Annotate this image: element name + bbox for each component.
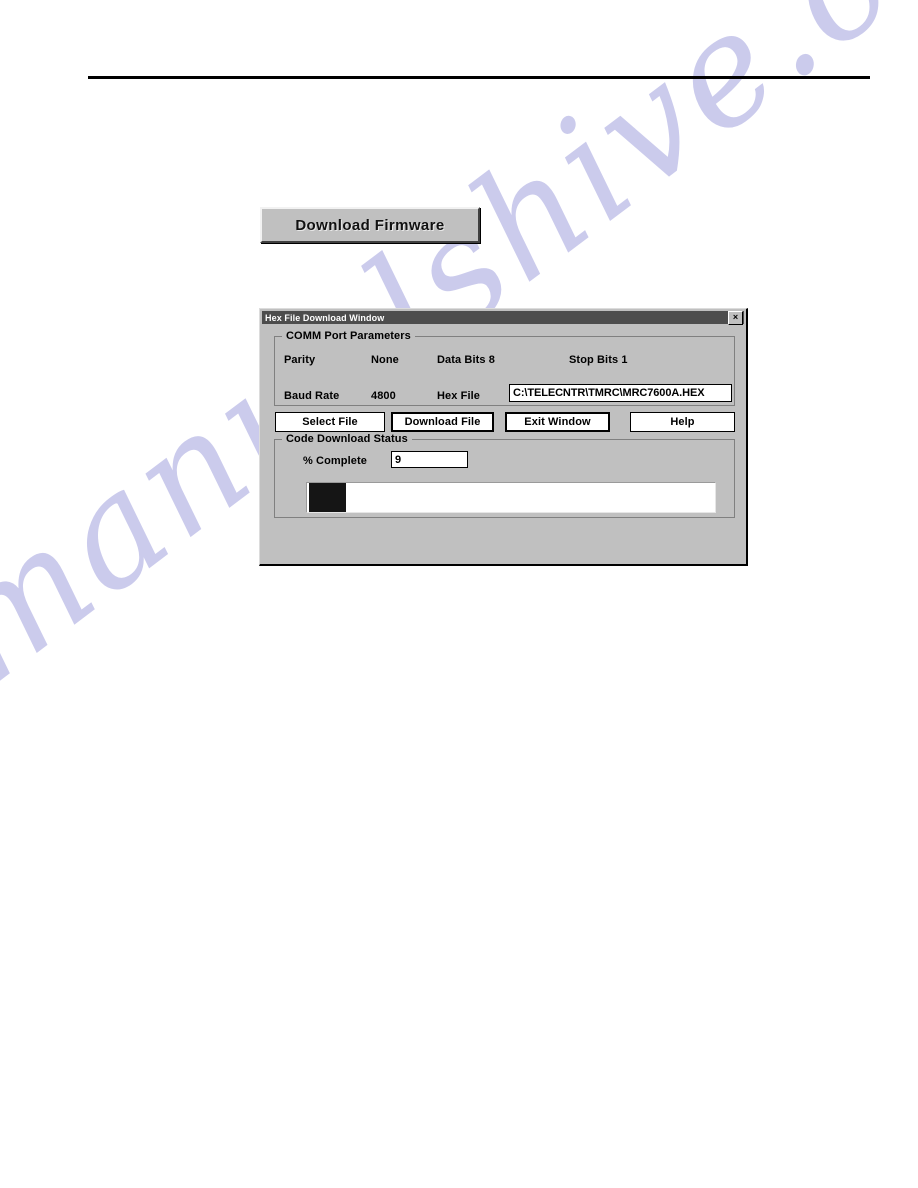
download-progress-fill: [309, 483, 346, 512]
hex-file-path-input[interactable]: C:\TELECNTR\TMRC\MRC7600A.HEX: [509, 384, 732, 402]
download-progress-bar: [306, 482, 716, 513]
hex-file-download-dialog: Hex File Download Window × COMM Port Par…: [259, 308, 748, 566]
download-firmware-button[interactable]: Download Firmware: [260, 207, 480, 243]
hex-file-label: Hex File: [437, 390, 480, 402]
help-button[interactable]: Help: [630, 412, 735, 432]
comm-port-parameters-legend: COMM Port Parameters: [282, 330, 415, 342]
header-divider-rule: [88, 76, 870, 79]
data-bits-value: Data Bits 8: [437, 354, 495, 366]
baud-rate-value: 4800: [371, 390, 396, 402]
dialog-titlebar: Hex File Download Window ×: [262, 310, 744, 325]
baud-rate-label: Baud Rate: [284, 390, 340, 402]
download-file-button[interactable]: Download File: [391, 412, 494, 432]
exit-window-button[interactable]: Exit Window: [505, 412, 610, 432]
close-icon[interactable]: ×: [728, 310, 743, 325]
code-download-status-legend: Code Download Status: [282, 433, 412, 445]
parity-label: Parity: [284, 354, 316, 366]
percent-complete-label: % Complete: [303, 455, 367, 467]
document-page: manualshive.com Download Firmware Hex Fi…: [0, 0, 918, 1188]
parity-value: None: [371, 354, 399, 366]
percent-complete-input[interactable]: 9: [391, 451, 468, 468]
select-file-button[interactable]: Select File: [275, 412, 385, 432]
stop-bits-value: Stop Bits 1: [569, 354, 628, 366]
dialog-title: Hex File Download Window: [265, 312, 385, 323]
